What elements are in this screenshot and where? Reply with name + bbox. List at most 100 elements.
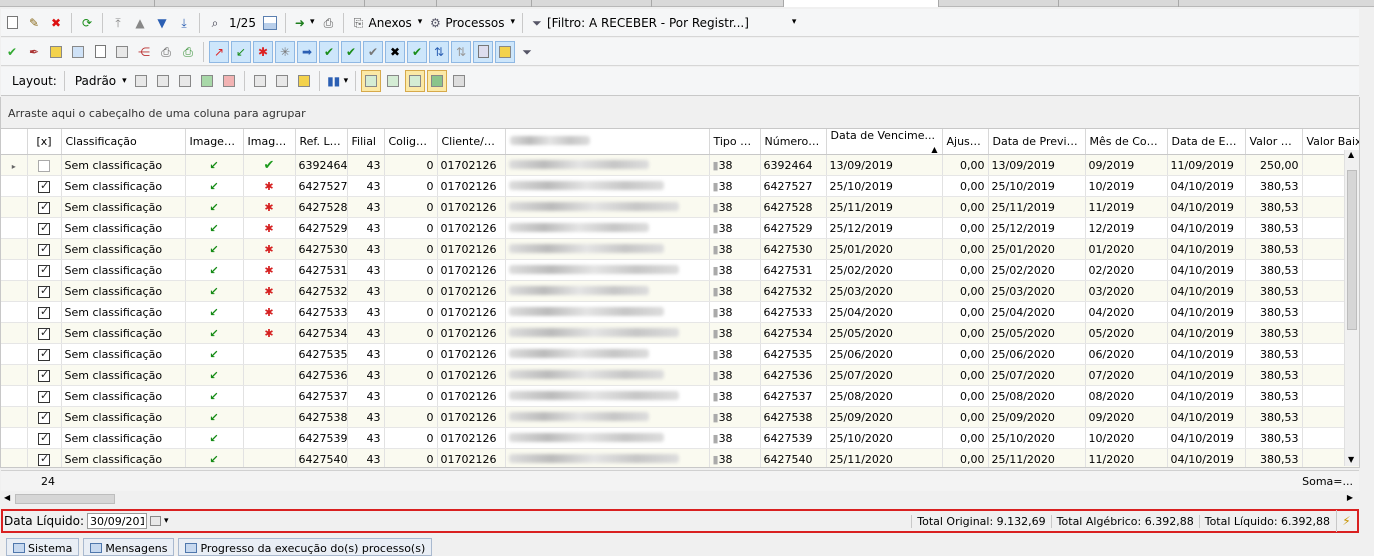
check-icon[interactable]: ✔ [341, 40, 361, 63]
col-header-check[interactable]: [x] [27, 129, 62, 155]
table-row[interactable]: Sem classificação↙✱642753143001702126▮38… [1, 259, 1359, 281]
row-indicator[interactable] [1, 406, 28, 428]
row-checkbox[interactable] [27, 385, 62, 407]
col-header-emissao[interactable]: Data de Emis... [1167, 129, 1246, 155]
card-icon[interactable] [68, 41, 88, 63]
layout-save-icon[interactable] [197, 70, 217, 92]
table-row[interactable]: Sem classificação↙642753843001702126▮386… [1, 406, 1359, 428]
scroll-down-icon[interactable]: ▼ [1348, 455, 1354, 464]
print-icon[interactable]: ⎙ [318, 12, 338, 34]
row-indicator[interactable] [1, 259, 28, 281]
col-header-imagem[interactable]: Imagem ... [185, 129, 244, 155]
row-indicator[interactable] [1, 448, 28, 467]
row-indicator[interactable] [1, 385, 28, 407]
group-by-panel[interactable]: Arraste aqui o cabeçalho de uma coluna p… [0, 97, 1360, 128]
sigma-icon[interactable] [250, 70, 270, 92]
sort-arrows-icon[interactable]: ⇅ [429, 40, 449, 63]
printer-icon[interactable]: ⎙ [156, 41, 176, 63]
row-checkbox[interactable] [27, 259, 62, 281]
row-checkbox[interactable] [27, 280, 62, 302]
gray-check-icon[interactable]: ✔ [363, 40, 383, 63]
table-row[interactable]: Sem classificação↙✱642753443001702126▮38… [1, 322, 1359, 344]
previous-record-icon[interactable]: ▲ [130, 12, 150, 34]
table-row[interactable]: Sem classificação↙✱642752743001702126▮38… [1, 175, 1359, 197]
scroll-up-icon[interactable]: ▲ [1348, 150, 1354, 159]
col-header-classificacao[interactable]: Classificação [61, 129, 186, 155]
col-header-cliente[interactable]: Cliente/Forn... [437, 129, 506, 155]
tab-stub[interactable] [365, 0, 437, 7]
tab-sistema[interactable]: Sistema [6, 538, 80, 556]
green-printer-icon[interactable]: ⎙ [178, 41, 198, 63]
calendar-dropdown-icon[interactable]: ▾ [148, 510, 171, 532]
row-checkbox[interactable] [27, 301, 62, 323]
row-checkbox[interactable] [27, 406, 62, 428]
card-dark-icon[interactable] [112, 41, 132, 63]
layout-gray-icon[interactable] [153, 70, 173, 92]
tab-mensagens[interactable]: Mensagens [83, 538, 175, 556]
table-row[interactable]: Sem classificação↙✱642752943001702126▮38… [1, 217, 1359, 239]
layout-copy-icon[interactable] [131, 70, 151, 92]
delete-icon[interactable]: ✖ [46, 12, 66, 34]
arrow-right-icon[interactable]: ➡ [297, 40, 317, 63]
folder-icon[interactable] [294, 70, 314, 92]
approve-icon[interactable]: ✔ [2, 41, 22, 63]
green-check-icon[interactable]: ✔ [319, 40, 339, 63]
row-checkbox[interactable] [27, 364, 62, 386]
view-form-icon[interactable] [405, 70, 426, 92]
blue-doc-icon[interactable] [473, 40, 493, 63]
col-header-tipo[interactable]: Tipo de... [709, 129, 761, 155]
col-header-ajuste[interactable]: Ajust... [942, 129, 989, 155]
row-checkbox[interactable] [27, 154, 62, 176]
view-list-icon[interactable] [383, 70, 403, 92]
new-icon[interactable] [2, 12, 22, 34]
table-row[interactable]: Sem classificação↙✱642752843001702126▮38… [1, 196, 1359, 218]
table-row[interactable]: Sem classificação↙642753543001702126▮386… [1, 343, 1359, 365]
edit-mark-icon[interactable]: ✒ [24, 41, 44, 63]
filter-down-icon[interactable]: ⏷ [517, 41, 537, 63]
yellow-card-icon[interactable] [46, 41, 66, 63]
col-header-filial[interactable]: Filial [347, 129, 385, 155]
row-indicator[interactable] [1, 364, 28, 386]
refresh-icon[interactable]: ⟳ [77, 12, 97, 34]
view-text-icon[interactable] [449, 70, 469, 92]
horizontal-scrollbar[interactable]: ◀ ▶ [1, 491, 1359, 507]
row-checkbox[interactable] [27, 175, 62, 197]
hscroll-thumb[interactable] [15, 494, 115, 504]
table-row[interactable]: Sem classificação↙642753643001702126▮386… [1, 364, 1359, 386]
col-header-numero[interactable]: Número d... [760, 129, 827, 155]
layout-home-icon[interactable] [219, 70, 239, 92]
col-header-indicator[interactable] [1, 129, 28, 155]
tab-stub[interactable] [0, 0, 155, 7]
calendar-grid-icon[interactable] [260, 12, 280, 34]
check-x-icon[interactable]: ✔ [407, 40, 427, 63]
copy-doc-icon[interactable] [90, 41, 110, 63]
layout-dropdown[interactable]: Padrão ▾ [70, 70, 129, 92]
tab-progresso[interactable]: Progresso da execução do(s) processo(s) [178, 538, 433, 556]
tab-stub-active[interactable] [784, 0, 939, 7]
black-x-icon[interactable]: ✖ [385, 40, 405, 63]
col-header-previsao[interactable]: Data de Previsã... [988, 129, 1086, 155]
yellow-doc-icon[interactable] [495, 40, 515, 63]
table-row[interactable]: Sem classificação↙✱642753343001702126▮38… [1, 301, 1359, 323]
tab-stub[interactable] [532, 0, 652, 7]
row-checkbox[interactable] [27, 427, 62, 449]
table-row[interactable]: Sem classificação↙✱642753043001702126▮38… [1, 238, 1359, 260]
binoculars-icon[interactable]: ⌕ [205, 12, 225, 34]
gray-sort-icon[interactable]: ⇅ [451, 40, 471, 63]
row-checkbox[interactable] [27, 196, 62, 218]
table-row[interactable]: Sem classificação↙✱642753243001702126▮38… [1, 280, 1359, 302]
col-header-mes[interactable]: Mês de Comp... [1085, 129, 1168, 155]
col-header-valor[interactable]: Valor Or... [1245, 129, 1303, 155]
arrow-up-red-icon[interactable]: ↗ [209, 40, 229, 63]
scroll-left-icon[interactable]: ◀ [4, 493, 10, 502]
table-row[interactable]: Sem classificação↙642753743001702126▮386… [1, 385, 1359, 407]
table-row[interactable]: ▸ Sem classificação ↙ ✔ 6392464 43 0 01702126 ▮3… [1, 154, 1359, 176]
table-row[interactable]: Sem classificação↙642753943001702126▮386… [1, 427, 1359, 449]
row-indicator[interactable] [1, 427, 28, 449]
tab-stub[interactable] [652, 0, 784, 7]
view-grid-icon[interactable] [361, 70, 382, 92]
calc-icon[interactable] [272, 70, 292, 92]
col-header-vencimento[interactable]: Data de Vencime... ▲ [826, 129, 943, 155]
row-indicator[interactable]: ▸ [1, 154, 28, 176]
edit-icon[interactable]: ✎ [24, 12, 44, 34]
